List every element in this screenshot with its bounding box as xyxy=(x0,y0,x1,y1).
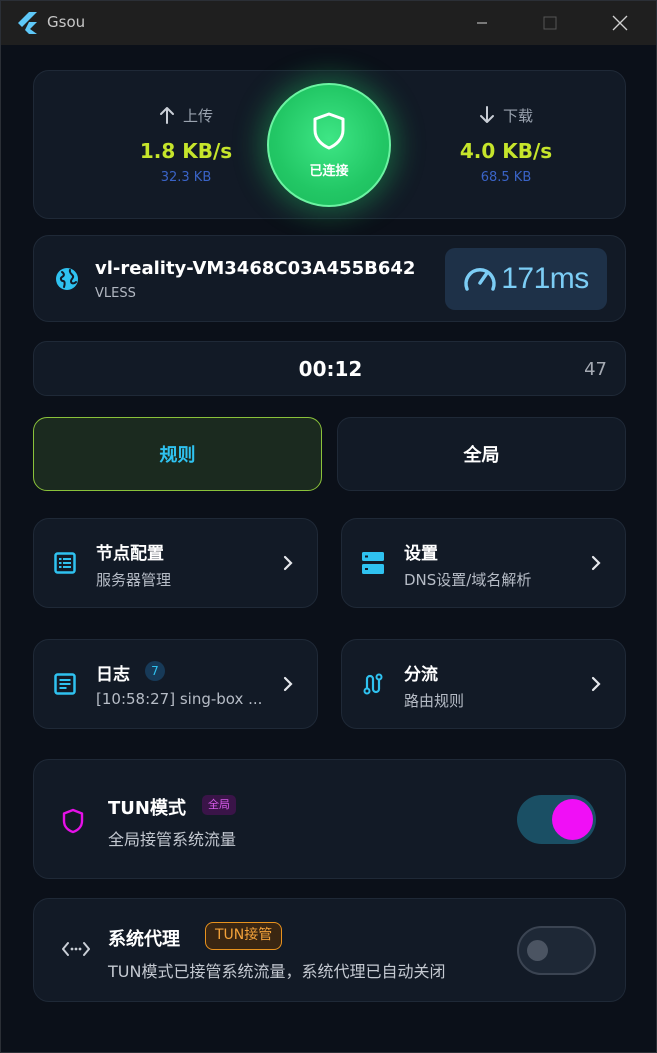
chevron-right-icon xyxy=(591,676,601,692)
connection-status: 已连接 xyxy=(309,163,349,179)
tun-toggle-switch[interactable] xyxy=(517,795,596,844)
latency-test-button[interactable]: 171ms xyxy=(445,248,607,310)
system-proxy-toggle-switch[interactable] xyxy=(517,926,596,975)
maximize-button[interactable] xyxy=(527,9,573,37)
tun-mode-card: TUN模式 全局 全局接管系统流量 xyxy=(33,759,626,879)
menu-subtitle: [10:58:27] sing-box ... xyxy=(96,690,263,708)
mode-global-button[interactable]: 全局 xyxy=(337,417,626,491)
globe-icon xyxy=(56,268,78,290)
minimize-icon xyxy=(477,22,487,24)
current-node-card[interactable]: vl-reality-VM3468C03A455B642 VLESS 171ms xyxy=(33,235,626,322)
menu-subtitle: DNS设置/域名解析 xyxy=(404,571,532,589)
list-icon xyxy=(54,552,76,574)
log-count-badge: 7 xyxy=(145,661,165,681)
arrow-down-icon xyxy=(479,106,494,123)
menu-title: 节点配置 xyxy=(96,544,164,564)
menu-logs[interactable]: 日志 7 [10:58:27] sing-box ... xyxy=(33,639,318,729)
download-header: 下载 xyxy=(406,104,606,126)
route-icon xyxy=(363,673,383,695)
system-proxy-title: 系统代理 xyxy=(108,929,180,950)
mode-rule-button[interactable]: 规则 xyxy=(33,417,322,491)
shield-outline-icon xyxy=(62,808,84,834)
tun-subtitle: 全局接管系统流量 xyxy=(108,830,237,849)
shield-icon xyxy=(313,112,345,149)
download-total: 68.5 KB xyxy=(480,170,532,185)
system-proxy-card: 系统代理 TUN接管 TUN模式已接管系统流量，系统代理已自动关闭 xyxy=(33,898,626,1002)
menu-settings[interactable]: 设置 DNS设置/域名解析 xyxy=(341,518,626,608)
download-stats: 下载 4.0 KB/s 68.5 KB xyxy=(406,71,606,185)
switch-knob xyxy=(527,940,548,961)
upload-stats: 上传 1.8 KB/s 32.3 KB xyxy=(86,71,286,186)
tun-title: TUN模式 xyxy=(108,798,186,819)
menu-title: 日志 xyxy=(96,665,130,685)
flutter-logo-icon xyxy=(18,12,37,34)
system-proxy-subtitle: TUN模式已接管系统流量，系统代理已自动关闭 xyxy=(108,962,446,981)
menu-title: 设置 xyxy=(404,544,438,564)
connection-timer: 00:12 47 xyxy=(33,341,626,396)
proxy-arrows-icon xyxy=(62,942,90,956)
arrow-up-icon xyxy=(159,107,174,124)
latency-value: 171ms xyxy=(501,262,589,295)
tun-takeover-tag: TUN接管 xyxy=(205,922,283,950)
title-bar: Gsou xyxy=(1,1,656,45)
window-title: Gsou xyxy=(47,13,86,31)
node-protocol: VLESS xyxy=(95,286,136,301)
chevron-right-icon xyxy=(591,555,601,571)
upload-speed: 1.8 KB/s xyxy=(139,139,233,163)
maximize-icon xyxy=(543,16,557,30)
document-icon xyxy=(54,673,76,695)
chevron-right-icon xyxy=(283,676,293,692)
menu-routing[interactable]: 分流 路由规则 xyxy=(341,639,626,729)
upload-header: 上传 xyxy=(86,104,286,126)
elapsed-time: 00:12 xyxy=(298,357,363,381)
app-window: Gsou 上传 1.8 KB/s 32.3 KB 已连接 下载 4.0 KB/s… xyxy=(0,0,657,1053)
tun-global-tag: 全局 xyxy=(202,795,236,815)
menu-node-config[interactable]: 节点配置 服务器管理 xyxy=(33,518,318,608)
upload-total: 32.3 KB xyxy=(160,170,212,185)
connect-toggle-button[interactable]: 已连接 xyxy=(267,83,391,207)
traffic-stats-card: 上传 1.8 KB/s 32.3 KB 已连接 下载 4.0 KB/s 68.5… xyxy=(33,70,626,219)
server-icon xyxy=(362,552,384,574)
download-speed: 4.0 KB/s xyxy=(459,139,553,163)
menu-title: 分流 xyxy=(404,665,438,685)
switch-knob xyxy=(552,799,593,840)
minimize-button[interactable] xyxy=(459,9,505,37)
speedometer-icon xyxy=(464,268,496,291)
menu-subtitle: 路由规则 xyxy=(404,692,465,710)
close-icon xyxy=(612,15,628,31)
node-name: vl-reality-VM3468C03A455B642 xyxy=(95,258,416,279)
download-label: 下载 xyxy=(502,106,533,125)
upload-label: 上传 xyxy=(182,106,213,125)
connection-count: 47 xyxy=(584,359,607,380)
menu-subtitle: 服务器管理 xyxy=(96,571,172,589)
close-button[interactable] xyxy=(597,9,643,37)
chevron-right-icon xyxy=(283,555,293,571)
